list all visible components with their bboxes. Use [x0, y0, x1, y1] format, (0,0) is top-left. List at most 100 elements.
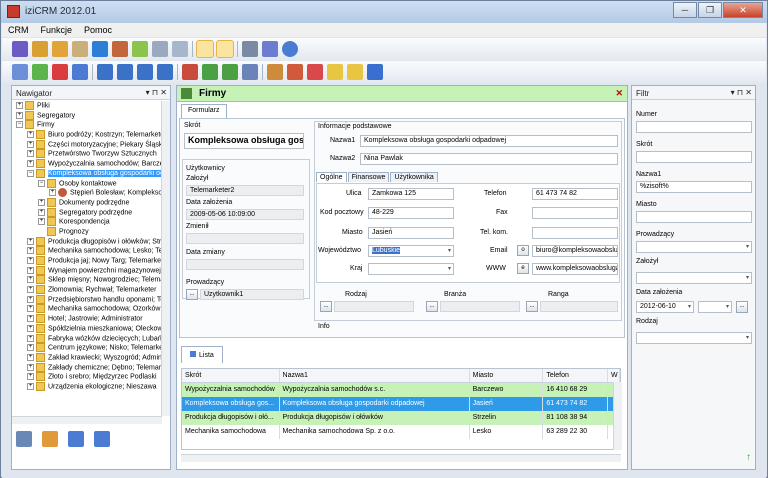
- menu-pomoc[interactable]: Pomoc: [78, 23, 118, 37]
- chart-icon[interactable]: [367, 64, 383, 80]
- menu-funkcje[interactable]: Funkcje: [35, 23, 79, 37]
- filter-data-input[interactable]: 2012-06-10 ▾: [636, 301, 694, 313]
- table-row[interactable]: Kompleksowa obsługa gos... Kompleksowa ob…: [182, 397, 620, 411]
- expand-toggle-icon[interactable]: +: [27, 344, 34, 352]
- companies-icon[interactable]: [52, 41, 68, 57]
- tree-item[interactable]: + Przetwórstwo Tworzyw Sztucznych: [12, 149, 162, 159]
- tree-item[interactable]: + Złoto i srebro; Międzyrzec Podlaski: [12, 372, 162, 382]
- col-nazwa1[interactable]: Nazwa1: [280, 369, 470, 382]
- expand-toggle-icon[interactable]: +: [27, 334, 34, 342]
- add-to-binder-icon[interactable]: [267, 64, 283, 80]
- email-field[interactable]: biuro@kompleksowaobsluga: [532, 245, 618, 257]
- tree-item[interactable]: + Wypożyczalnia samochodów; Barczewo: [12, 159, 162, 169]
- tree-item[interactable]: − Osoby kontaktowe: [12, 178, 162, 189]
- tree-item[interactable]: + Urządzenia ekologiczne; Nieszawa: [12, 381, 162, 392]
- expand-toggle-icon[interactable]: +: [27, 237, 34, 245]
- table-row[interactable]: Wypożyczalnia samochodów Wypożyczalnia sa…: [182, 383, 620, 397]
- expand-toggle-icon[interactable]: +: [16, 111, 23, 119]
- maximize-button[interactable]: ❐: [698, 2, 722, 18]
- skrot-field[interactable]: Kompleksowa obsługa gospodarki: [184, 133, 304, 149]
- tree-item[interactable]: + Wynajem powierzchni magazynowej: [12, 265, 162, 276]
- refresh-tree-icon[interactable]: [42, 431, 58, 447]
- tree-item[interactable]: + Zakład krawiecki; Wyszogród; Administra…: [12, 352, 162, 363]
- expand-toggle-icon[interactable]: +: [27, 286, 34, 294]
- branza-pick-button[interactable]: ...: [426, 301, 438, 312]
- next-record-icon[interactable]: [137, 64, 153, 80]
- expand-toggle-icon[interactable]: +: [27, 247, 34, 255]
- files-icon[interactable]: [12, 41, 28, 57]
- prowadzacy-pick-button[interactable]: ...: [186, 289, 198, 300]
- new-record-icon[interactable]: [12, 64, 28, 80]
- report-icon[interactable]: [172, 41, 188, 57]
- export-icon[interactable]: [327, 64, 343, 80]
- menu-crm[interactable]: CRM: [2, 23, 35, 37]
- table-row[interactable]: Mechanika samochodowa Mechanika samochodo…: [182, 425, 620, 439]
- navigator-panel-buttons[interactable]: ▾ ⊓ ✕: [146, 88, 167, 97]
- expand-toggle-icon[interactable]: −: [38, 179, 45, 187]
- expand-toggle-icon[interactable]: +: [27, 353, 34, 361]
- expand-toggle-icon[interactable]: +: [27, 266, 34, 274]
- filter-miasto-input[interactable]: [636, 211, 752, 223]
- expand-toggle-icon[interactable]: +: [27, 276, 34, 284]
- tree-item[interactable]: + Mechanika samochodowa; Lesko; Telemarke…: [12, 246, 162, 256]
- expand-toggle-icon[interactable]: +: [27, 324, 34, 332]
- tree-item[interactable]: + Przedsiębiorstwo handlu oponami; Tczew: [12, 294, 162, 305]
- settings-icon[interactable]: [242, 41, 258, 57]
- mail-icon[interactable]: [307, 64, 323, 80]
- help-icon[interactable]: [282, 41, 298, 57]
- filter-add-icon[interactable]: [222, 64, 238, 80]
- ranga-pick-button[interactable]: ...: [526, 301, 538, 312]
- expand-toggle-icon[interactable]: +: [49, 189, 56, 197]
- expand-toggle-icon[interactable]: +: [27, 373, 34, 381]
- telkom-field[interactable]: [532, 227, 618, 239]
- www-field[interactable]: www.kompleksowaobsluga: [532, 263, 618, 275]
- table-hscroll[interactable]: [181, 454, 621, 462]
- save-record-icon[interactable]: [32, 64, 48, 80]
- last-record-icon[interactable]: [157, 64, 173, 80]
- contacts-icon[interactable]: [112, 41, 128, 57]
- close-button[interactable]: ✕: [723, 2, 763, 18]
- expand-toggle-icon[interactable]: −: [16, 121, 23, 129]
- open-www-button[interactable]: e: [517, 263, 529, 274]
- tab-lista[interactable]: Lista: [181, 346, 223, 363]
- remove-from-binder-icon[interactable]: [287, 64, 303, 80]
- send-email-button[interactable]: o: [517, 245, 529, 256]
- tree-item[interactable]: + Produkcja jaj; Nowy Targ; Telemarketer: [12, 256, 162, 266]
- filter-numer-input[interactable]: [636, 121, 752, 133]
- expand-toggle-icon[interactable]: +: [27, 131, 34, 139]
- filter-rodzaj-select[interactable]: ▾: [636, 332, 752, 344]
- navigator-hscroll[interactable]: [12, 416, 162, 424]
- tree-item[interactable]: + Korespondencja: [12, 217, 162, 227]
- tab-uzytkownika[interactable]: Użytkownika: [390, 172, 438, 182]
- first-record-icon[interactable]: [97, 64, 113, 80]
- tools-dropdown-icon[interactable]: [242, 64, 258, 80]
- tab-finansowe[interactable]: Finansowe: [347, 172, 390, 182]
- tree-item[interactable]: + Segregatory podrzędne: [12, 207, 162, 218]
- tree-item[interactable]: + Zakłady chemiczne; Dębno; Telemarketer: [12, 362, 162, 373]
- nazwa2-field[interactable]: Nina Pawlak: [360, 153, 618, 165]
- col-skrot[interactable]: Skrót: [182, 369, 280, 382]
- table-row[interactable]: Produkcja długopisów i ołó... Produkcja d…: [182, 411, 620, 425]
- minimize-button[interactable]: ─: [673, 2, 697, 18]
- expand-toggle-icon[interactable]: +: [38, 198, 45, 206]
- filter-prowadzacy-select[interactable]: ▾: [636, 241, 752, 253]
- binders-icon[interactable]: [32, 41, 48, 57]
- prev-record-icon[interactable]: [117, 64, 133, 80]
- expand-toggle-icon[interactable]: +: [27, 160, 34, 168]
- tab-formularz[interactable]: Formularz: [181, 104, 227, 118]
- about-icon[interactable]: [262, 41, 278, 57]
- delete-record-icon[interactable]: [52, 64, 68, 80]
- expand-toggle-icon[interactable]: +: [27, 257, 34, 264]
- table-vscroll[interactable]: [613, 382, 622, 450]
- tree-item[interactable]: + Centrum językowe; Nisko; Telemarketer: [12, 343, 162, 353]
- filter-tool-icon[interactable]: [16, 431, 32, 447]
- ulica-field[interactable]: Zamkowa 125: [368, 188, 454, 200]
- expand-toggle-icon[interactable]: +: [27, 140, 34, 148]
- tree-item[interactable]: + Spółdzielnia mieszkaniowa; Oleckowo: [12, 323, 162, 334]
- tree-item[interactable]: Prognozy: [12, 226, 162, 237]
- expand-toggle-icon[interactable]: +: [38, 218, 45, 226]
- sum-icon[interactable]: [92, 41, 108, 57]
- expand-toggle-icon[interactable]: +: [27, 295, 34, 303]
- expand-toggle-icon[interactable]: +: [27, 150, 34, 158]
- rodzaj-pick-button[interactable]: ...: [320, 301, 332, 312]
